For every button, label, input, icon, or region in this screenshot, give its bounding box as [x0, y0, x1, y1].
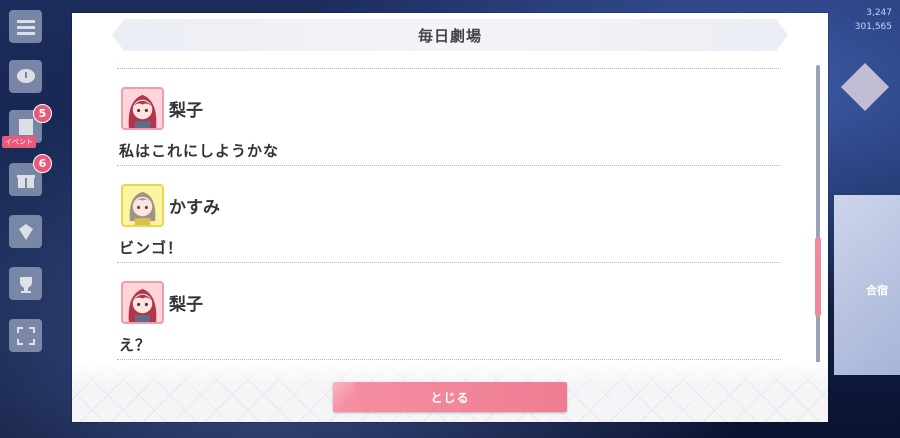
right-hud: 3,247 301,565 合宿	[825, 0, 900, 438]
riko-face-icon	[128, 94, 157, 128]
kasumi-avatar	[121, 184, 164, 227]
riko-avatar	[121, 281, 164, 324]
stage-label: 合宿	[866, 284, 888, 297]
present-badge: 6	[33, 154, 52, 173]
dialog-title-bar: 毎日劇場	[112, 19, 788, 51]
dialogue-entry: かすみ ビンゴ！	[117, 166, 781, 263]
bonus-diamond[interactable]	[840, 62, 890, 112]
dialogue-entry: 梨子 え？	[117, 263, 781, 360]
speaker-row: かすみ	[121, 184, 220, 227]
scrollbar-thumb[interactable]	[815, 237, 821, 317]
dialogue-text: ビンゴ！	[119, 239, 184, 257]
card-icon	[18, 118, 33, 135]
expand-icon	[16, 326, 35, 345]
speaker-name: 梨子	[169, 295, 203, 315]
dialogue-scroll-area[interactable]: 梨子 私はこれにしようかな かすみ ビンゴ！ 梨子 え？	[117, 67, 781, 363]
speaker-name: 梨子	[169, 101, 203, 121]
gem-icon	[18, 223, 33, 240]
speaker-name: かすみ	[169, 198, 220, 218]
left-menu-rail: 5 イベント 6	[0, 0, 60, 438]
kasumi-face-icon	[129, 191, 156, 225]
close-button[interactable]: とじる	[333, 382, 567, 412]
chat-button[interactable]	[9, 60, 42, 93]
scrollbar[interactable]	[815, 65, 821, 377]
riko-avatar	[121, 87, 164, 130]
chat-bubble-icon	[16, 68, 35, 83]
dialogue-text: え？	[119, 336, 152, 354]
gift-icon	[16, 174, 35, 188]
divider	[117, 359, 781, 360]
event-tag: イベント	[2, 136, 36, 148]
dialogue-text: 私はこれにしようかな	[119, 142, 280, 160]
shop-button[interactable]	[9, 215, 42, 248]
trophy-icon	[19, 276, 32, 293]
stat-gold: 301,565	[854, 22, 892, 32]
stat-loveca: 3,247	[866, 8, 892, 18]
speaker-row: 梨子	[121, 87, 203, 130]
mission-badge: 5	[33, 104, 52, 123]
fullscreen-button[interactable]	[9, 319, 42, 352]
hamburger-icon	[16, 19, 35, 35]
dialogue-entry: 梨子 私はこれにしようかな	[117, 69, 781, 166]
dialog-title: 毎日劇場	[417, 26, 482, 45]
daily-theater-dialog: 毎日劇場 梨子 私はこれにしようかな かすみ ビンゴ！ 梨子 え？ とじる	[72, 13, 828, 422]
hamburger-menu-button[interactable]	[9, 10, 42, 43]
speaker-row: 梨子	[121, 281, 203, 324]
riko-face-icon	[128, 288, 157, 322]
trophy-button[interactable]	[9, 267, 42, 300]
